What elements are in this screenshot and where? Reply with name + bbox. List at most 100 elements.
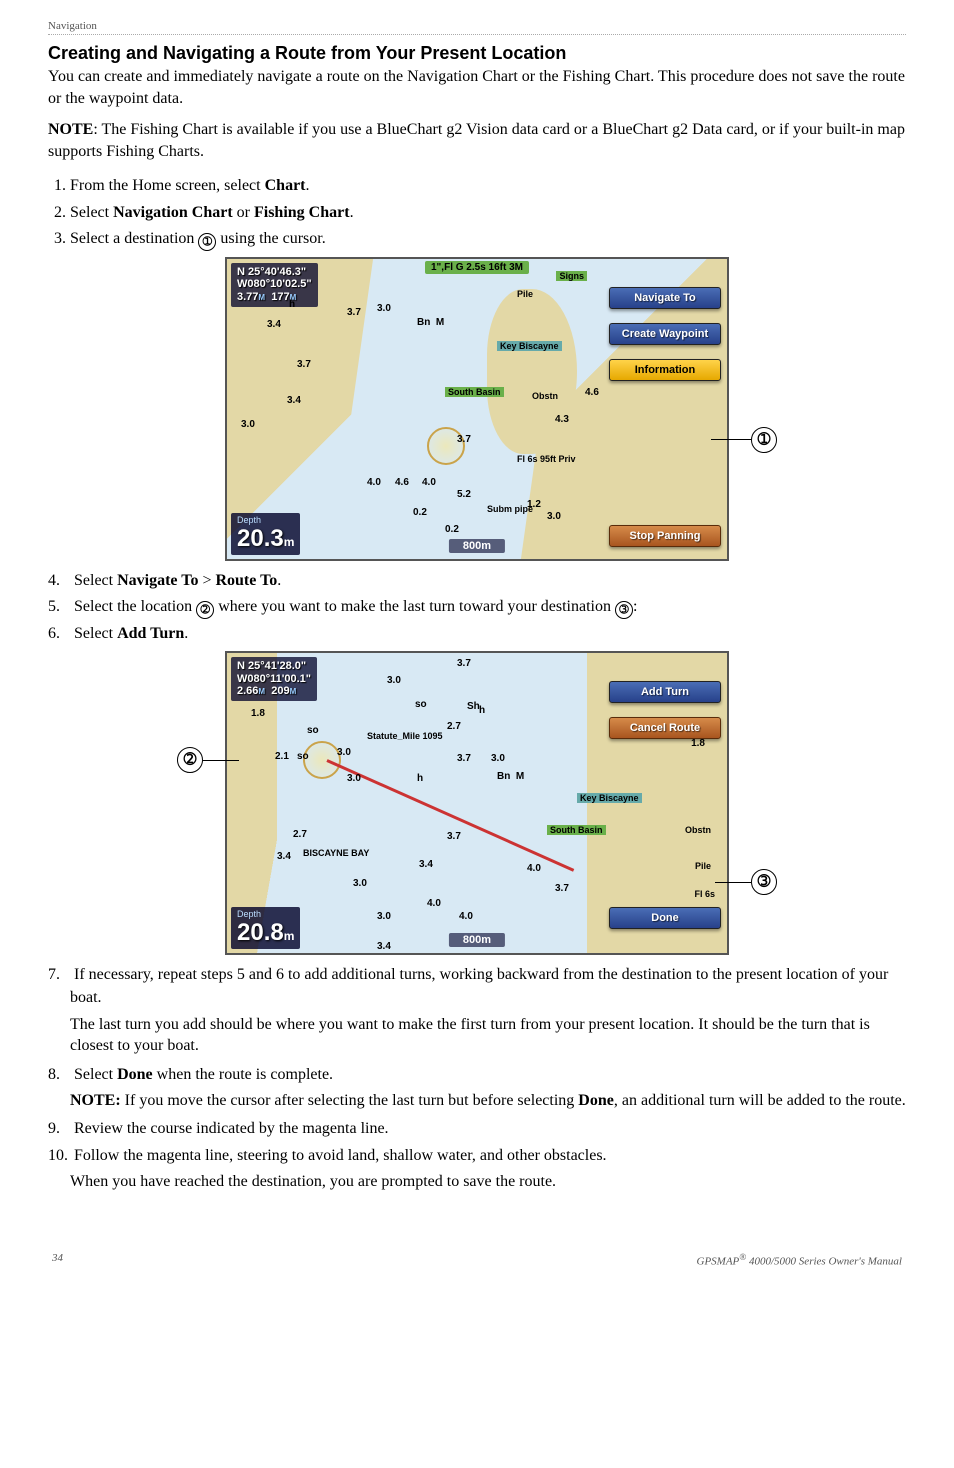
note-body: : The Fishing Chart is available if you … xyxy=(48,121,905,160)
step-5: Select the location ➁ where you want to … xyxy=(70,595,906,619)
destination-marker-1[interactable] xyxy=(427,427,465,465)
step8-post: when the route is complete. xyxy=(153,1066,333,1083)
product-manual-title: GPSMAP® 4000/5000 Series Owner's Manual xyxy=(697,1252,902,1268)
information-button[interactable]: Information xyxy=(609,359,721,381)
step1-post: . xyxy=(306,177,310,194)
step10-sub: When you have reached the destination, y… xyxy=(70,1171,906,1193)
step3-post: using the cursor. xyxy=(216,230,325,247)
step3-pre: Select a destination xyxy=(70,230,198,247)
add-turn-button[interactable]: Add Turn xyxy=(609,681,721,703)
scale-bar-2: 800m xyxy=(449,933,505,947)
note-text: NOTE: The Fishing Chart is available if … xyxy=(48,119,906,162)
chart-screenshot-2: N 25°41'28.0" W080°11'00.1" 2.66M 209M A… xyxy=(225,651,729,955)
step8-note: NOTE: If you move the cursor after selec… xyxy=(70,1090,906,1112)
callout-1-figure: ➀ xyxy=(711,427,777,453)
coord-brg: 177 xyxy=(271,291,289,303)
coord2-line2: W080°11'00.1" xyxy=(237,673,311,685)
steps-7-10: If necessary, repeat steps 5 and 6 to ad… xyxy=(48,963,906,1192)
callout-2-badge: ➁ xyxy=(177,747,203,773)
depth-unit-1: m xyxy=(284,535,295,549)
step1-pre: From the Home screen, select xyxy=(70,177,265,194)
callout-3-figure: ➂ xyxy=(715,869,777,895)
coord2-dist: 2.66 xyxy=(237,685,258,697)
step4-b2: Route To xyxy=(215,572,277,589)
step5-post: : xyxy=(633,598,637,615)
navigate-to-button[interactable]: Navigate To xyxy=(609,287,721,309)
step10-text: Follow the magenta line, steering to avo… xyxy=(74,1147,607,1164)
page-number: 34 xyxy=(52,1252,63,1268)
gps-coord-box-2: N 25°41'28.0" W080°11'00.1" 2.66M 209M xyxy=(231,657,317,701)
coord-line2: W080°10'02.5" xyxy=(237,278,312,290)
step8-note-c: , an additional turn will be added to th… xyxy=(614,1092,906,1109)
step-2: Select Navigation Chart or Fishing Chart… xyxy=(70,201,906,224)
label-bay: BISCAYNE BAY xyxy=(303,848,369,858)
label-fl-2: Fl 6s xyxy=(694,889,715,899)
step-9: Review the course indicated by the magen… xyxy=(70,1117,906,1140)
step8-b: Done xyxy=(117,1066,153,1083)
label-south-basin-1: South Basin xyxy=(445,387,504,397)
step6-post: . xyxy=(184,625,188,642)
coord-line1: N 25°40'46.3" xyxy=(237,266,306,278)
step4-b1: Navigate To xyxy=(117,572,198,589)
label-obst-2: Obstn xyxy=(685,825,711,835)
step8-pre: Select xyxy=(74,1066,117,1083)
figure-2: N 25°41'28.0" W080°11'00.1" 2.66M 209M A… xyxy=(177,651,777,955)
footer-prod-a: GPSMAP xyxy=(697,1256,740,1268)
steps-4-6: Select Navigate To > Route To. Select th… xyxy=(48,569,906,645)
step2-b1: Navigation Chart xyxy=(113,204,233,221)
step7-sub: The last turn you add should be where yo… xyxy=(70,1014,906,1057)
label-pile-1a: Pile xyxy=(517,289,533,299)
step6-pre: Select xyxy=(74,625,117,642)
callout-2-figure: ➁ xyxy=(177,747,239,773)
steps-1-3: From the Home screen, select Chart. Sele… xyxy=(48,174,906,250)
label-obst-1: Obstn xyxy=(532,391,558,401)
cancel-route-button[interactable]: Cancel Route xyxy=(609,717,721,739)
footer-prod-b: 4000/5000 Series Owner's Manual xyxy=(746,1256,902,1268)
depth-label-2: Depth xyxy=(237,909,294,919)
step1-bold: Chart xyxy=(265,177,306,194)
depth-unit-2: m xyxy=(284,929,295,943)
step-3: Select a destination ➀ using the cursor. xyxy=(70,227,906,251)
coord2-brg-unit: M xyxy=(290,687,297,696)
gps-coord-box-1: N 25°40'46.3" W080°10'02.5" 3.77M 177M xyxy=(231,263,318,307)
step2-b2: Fishing Chart xyxy=(254,204,350,221)
step4-mid: > xyxy=(198,572,215,589)
step-6: Select Add Turn. xyxy=(70,622,906,645)
depth-label-1: Depth xyxy=(237,515,294,525)
note-label: NOTE xyxy=(48,121,93,138)
turn-marker[interactable] xyxy=(303,741,341,779)
step-7: If necessary, repeat steps 5 and 6 to ad… xyxy=(70,963,906,1057)
intro-text: You can create and immediately navigate … xyxy=(48,66,906,109)
label-key-1: Key Biscayne xyxy=(497,341,562,351)
coord-dist-unit: M xyxy=(258,293,265,302)
step4-post: . xyxy=(277,572,281,589)
label-pile-2: Pile xyxy=(695,861,711,871)
label-mile: Statute_Mile 1095 xyxy=(367,731,443,741)
page: Navigation Creating and Navigating a Rou… xyxy=(0,0,954,1308)
stop-panning-button[interactable]: Stop Panning xyxy=(609,525,721,547)
step4-pre: Select xyxy=(74,572,117,589)
label-key-2: Key Biscayne xyxy=(577,793,642,803)
step2-mid: or xyxy=(233,204,254,221)
step-8: Select Done when the route is complete. … xyxy=(70,1063,906,1112)
depth-value-1: 20.3 xyxy=(237,525,284,552)
callout-2-inline: ➁ xyxy=(196,601,214,619)
label-signs: Signs xyxy=(556,271,587,281)
create-waypoint-button[interactable]: Create Waypoint xyxy=(609,323,721,345)
figure-1: 1",Fl G 2.5s 16ft 3M N 25°40'46.3" W080°… xyxy=(177,257,777,561)
scale-bar-1: 800m xyxy=(449,539,505,553)
step6-b: Add Turn xyxy=(117,625,184,642)
step5-pre: Select the location xyxy=(74,598,196,615)
step2-pre: Select xyxy=(70,204,113,221)
step2-post: . xyxy=(350,204,354,221)
step8-note-a: If you move the cursor after selecting t… xyxy=(121,1092,579,1109)
step8-note-label: NOTE: xyxy=(70,1092,121,1109)
section-title: Creating and Navigating a Route from You… xyxy=(48,43,906,64)
step9-text: Review the course indicated by the magen… xyxy=(74,1120,389,1137)
coord2-dist-unit: M xyxy=(258,687,265,696)
step-10: Follow the magenta line, steering to avo… xyxy=(70,1144,906,1193)
done-button[interactable]: Done xyxy=(609,907,721,929)
coord-dist: 3.77 xyxy=(237,291,258,303)
callout-1-inline: ➀ xyxy=(198,233,216,251)
callout-3-badge: ➂ xyxy=(751,869,777,895)
